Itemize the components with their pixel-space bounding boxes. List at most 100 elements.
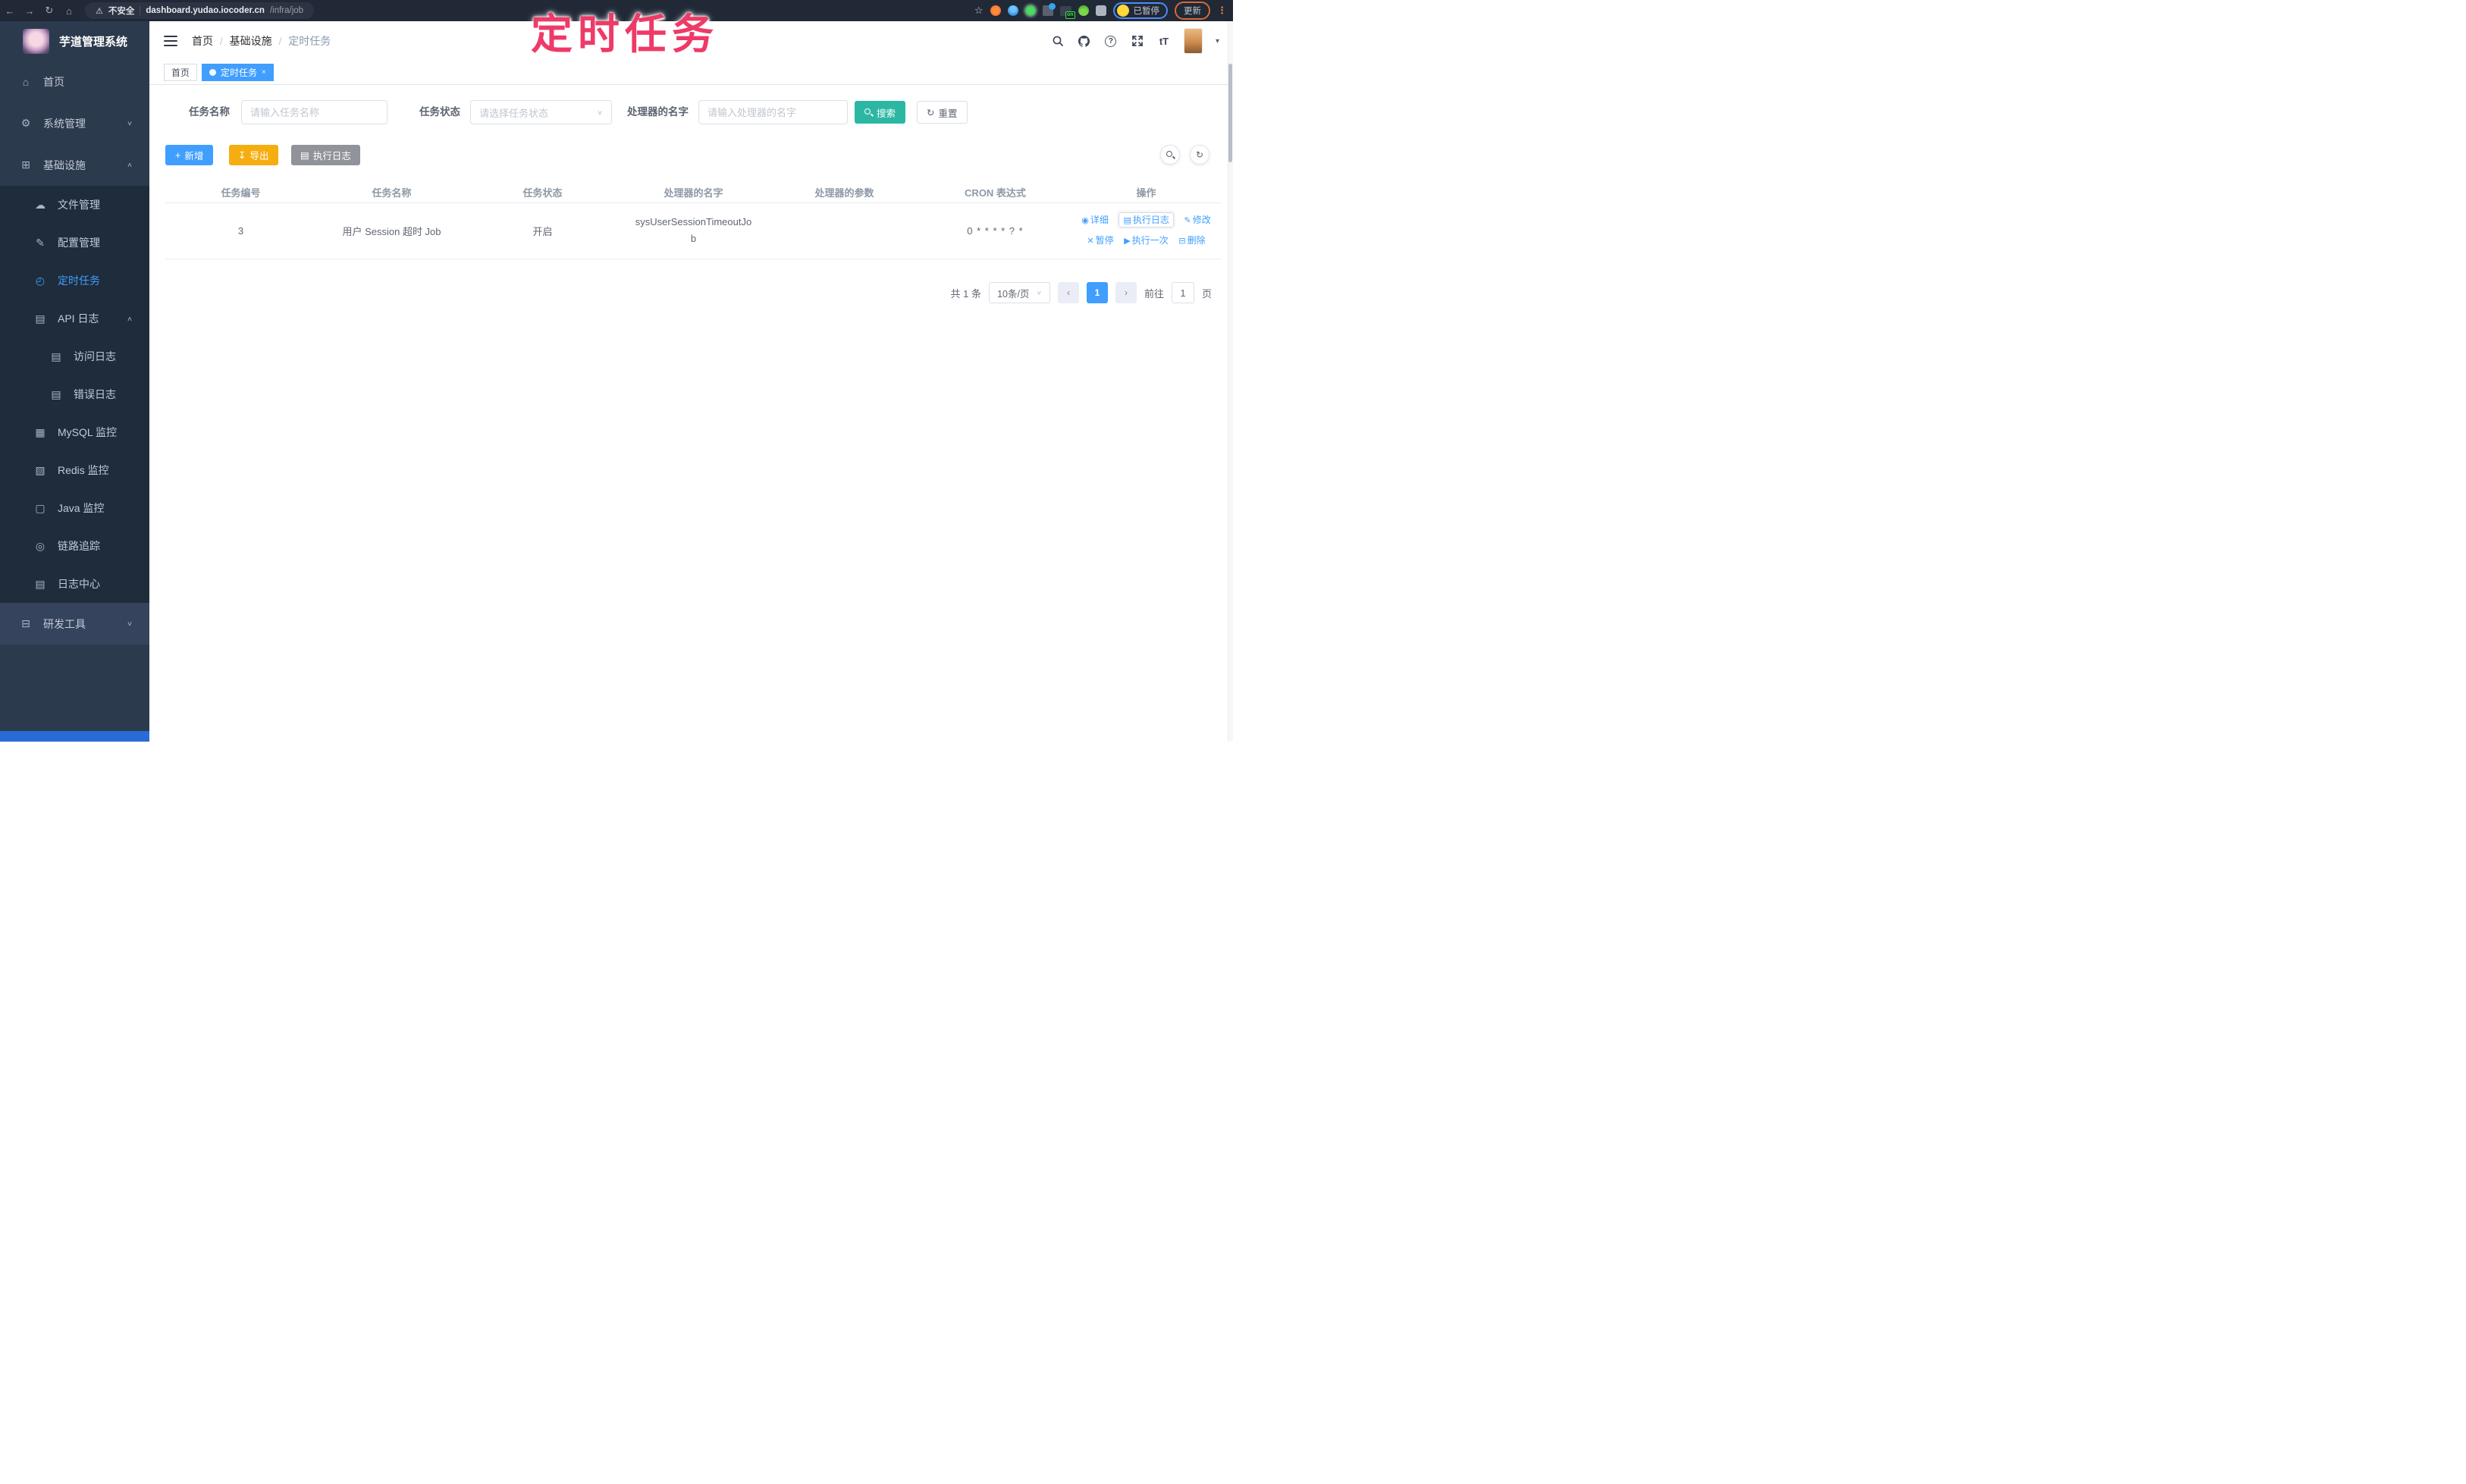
sidebar-item-home[interactable]: ⌂ 首页 (0, 61, 149, 102)
goto-page-input[interactable] (1171, 282, 1194, 303)
tags-view-bar: 首页 定时任务 × (149, 61, 1233, 85)
extension-green-check-icon[interactable] (1024, 5, 1036, 16)
address-bar[interactable]: ⚠ 不安全 dashboard.yudao.iocoder.cn/infra/j… (85, 2, 315, 19)
delete-link[interactable]: ⊟ 删除 (1178, 235, 1205, 246)
browser-menu-kebab-icon[interactable]: ⋮ (1217, 5, 1227, 17)
sidebar-item-access-log[interactable]: ▤ 访问日志 (0, 337, 149, 375)
pause-link[interactable]: ✕ 暂停 (1087, 235, 1113, 246)
sidebar-collapse-icon[interactable] (164, 36, 177, 46)
sidebar-item-system-management[interactable]: ⚙ 系统管理 ∨ (0, 102, 149, 144)
list-icon: ▤ (300, 150, 309, 161)
browser-back-icon[interactable]: ← (0, 5, 20, 17)
close-icon[interactable]: × (262, 68, 266, 77)
fullscreen-icon[interactable] (1131, 34, 1144, 48)
sidebar-item-java-monitor[interactable]: ▢ Java 监控 (0, 489, 149, 527)
profile-paused-chip[interactable]: 已暂停 (1112, 2, 1168, 19)
github-icon[interactable] (1078, 34, 1091, 48)
sidebar-item-scheduled-tasks[interactable]: ◴ 定时任务 (0, 262, 149, 300)
export-button[interactable]: ↧ 导出 (229, 145, 278, 165)
sidebar-item-label: 配置管理 (58, 237, 100, 249)
url-host: dashboard.yudao.iocoder.cn (146, 6, 265, 15)
sidebar-item-label: 首页 (43, 75, 64, 88)
sidebar-item-label: Java 监控 (58, 502, 105, 514)
page-scrollbar[interactable] (1228, 21, 1233, 742)
search-button[interactable]: 搜索 (855, 101, 906, 124)
eye-icon: ◉ (1081, 216, 1089, 225)
detail-link[interactable]: ◉ 详细 (1081, 215, 1109, 225)
pagination: 共 1 条 10条/页 ∨ ‹ 1 › 前往 页 (951, 282, 1212, 303)
screenshot-stage: ← → ↻ ⌂ ⚠ 不安全 dashboard.yudao.iocoder.cn… (0, 0, 1233, 742)
handler-name-input[interactable] (698, 100, 848, 124)
sidebar-item-error-log[interactable]: ▤ 错误日志 (0, 375, 149, 413)
sidebar-item-label: 错误日志 (74, 388, 116, 400)
sidebar-item-label: 日志中心 (58, 578, 100, 590)
browser-chrome: ← → ↻ ⌂ ⚠ 不安全 dashboard.yudao.iocoder.cn… (0, 0, 1233, 21)
edit-link[interactable]: ✎ 修改 (1184, 215, 1211, 225)
breadcrumb-home[interactable]: 首页 (192, 33, 213, 49)
task-name-label: 任务名称 (189, 106, 230, 118)
extensions-puzzle-icon[interactable] (1095, 5, 1106, 16)
sidebar-item-label: 访问日志 (74, 350, 116, 362)
sidebar-item-infrastructure[interactable]: ⊞ 基础设施 ∧ (0, 144, 149, 186)
extension-blue-icon[interactable] (1007, 5, 1018, 16)
sidebar-logo[interactable]: 芋道管理系统 (0, 21, 149, 61)
browser-home-icon[interactable]: ⌂ (59, 5, 79, 17)
sidebar-item-label: API 日志 (58, 312, 99, 325)
refresh-button[interactable]: ↻ (1190, 145, 1209, 165)
current-page-button[interactable]: 1 (1086, 282, 1108, 303)
edit-icon: ✎ (1184, 216, 1191, 225)
cell-handler-name: sysUserSessionTimeoutJob (618, 202, 769, 259)
eye-icon: ◎ (35, 539, 45, 552)
page-size-select[interactable]: 10条/页 ∨ (988, 282, 1050, 303)
row-execution-log-link[interactable]: ▤ 执行日志 (1118, 212, 1174, 227)
next-page-button[interactable]: › (1115, 282, 1137, 303)
reset-button[interactable]: ↻ 重置 (917, 101, 968, 124)
extension-list-icon[interactable]: on (1059, 5, 1075, 19)
tag-scheduled-tasks[interactable]: 定时任务 × (202, 64, 274, 81)
sidebar-item-dev-tools[interactable]: ⊟ 研发工具 ∨ (0, 603, 149, 645)
sidebar-item-log-center[interactable]: ▤ 日志中心 (0, 565, 149, 603)
sidebar-item-redis-monitor[interactable]: ▧ Redis 监控 (0, 451, 149, 489)
sidebar-item-trace[interactable]: ◎ 链路追踪 (0, 527, 149, 565)
cell-task-status: 开启 (467, 202, 618, 259)
add-button[interactable]: + 新增 (165, 145, 214, 165)
main-panel: 首页 / 基础设施 / 定时任务 ? tT ▾ 首页 定时任务 × 任务名称 请… (149, 21, 1233, 742)
scrollbar-thumb[interactable] (1228, 64, 1232, 162)
task-name-input[interactable] (241, 100, 387, 124)
bookmark-star-icon[interactable]: ☆ (974, 5, 984, 17)
sidebar-item-file-management[interactable]: ☁ 文件管理 (0, 186, 149, 224)
run-once-link[interactable]: ▶ 执行一次 (1124, 235, 1168, 246)
tag-home[interactable]: 首页 (164, 64, 198, 81)
cell-cron: 0 * * * * ? * (920, 202, 1071, 259)
search-icon[interactable] (1051, 34, 1065, 48)
user-avatar[interactable] (1183, 28, 1203, 54)
sidebar-item-mysql-monitor[interactable]: ▦ MySQL 监控 (0, 413, 149, 451)
layers-icon: ▧ (35, 463, 45, 476)
navbar-actions: ? tT ▾ (1051, 28, 1233, 54)
browser-forward-icon[interactable]: → (20, 5, 39, 17)
top-navbar: 首页 / 基础设施 / 定时任务 ? tT ▾ (149, 21, 1233, 61)
sidebar-item-config-management[interactable]: ✎ 配置管理 (0, 224, 149, 262)
toggle-search-button[interactable] (1160, 145, 1180, 165)
extension-plant-icon[interactable] (1078, 5, 1089, 16)
chrome-update-button[interactable]: 更新 (1175, 2, 1210, 20)
sidebar-item-api-log[interactable]: ▤ API 日志 ∧ (0, 300, 149, 337)
font-size-icon[interactable]: tT (1157, 34, 1171, 48)
prev-page-button[interactable]: ‹ (1057, 282, 1079, 303)
breadcrumb-infrastructure[interactable]: 基础设施 (230, 33, 272, 49)
toolbox-icon: ⊟ (21, 617, 30, 629)
help-icon[interactable]: ? (1104, 34, 1118, 48)
extension-grid-icon[interactable] (1042, 3, 1056, 16)
execution-log-button[interactable]: ▤ 执行日志 (291, 145, 360, 165)
chevron-down-icon: ∨ (596, 108, 603, 116)
chevron-up-icon: ∧ (126, 315, 133, 322)
sidebar-item-label: Redis 监控 (58, 464, 109, 476)
extension-orange-icon[interactable] (990, 5, 1001, 16)
select-placeholder: 请选择任务状态 (479, 107, 549, 119)
play-icon: ▶ (1124, 237, 1131, 246)
avatar-caret-down-icon[interactable]: ▾ (1216, 37, 1219, 45)
app-shell: 芋道管理系统 ⌂ 首页 ⚙ 系统管理 ∨ ⊞ 基础设施 ∧ ☁ 文件管理 ✎ 配… (0, 21, 1233, 742)
browser-reload-icon[interactable]: ↻ (39, 5, 59, 17)
task-status-select[interactable]: 请选择任务状态 ∨ (470, 100, 612, 124)
search-form: 任务名称 任务状态 请选择任务状态 ∨ 处理器的名字 搜索 ↻ (149, 100, 1233, 124)
